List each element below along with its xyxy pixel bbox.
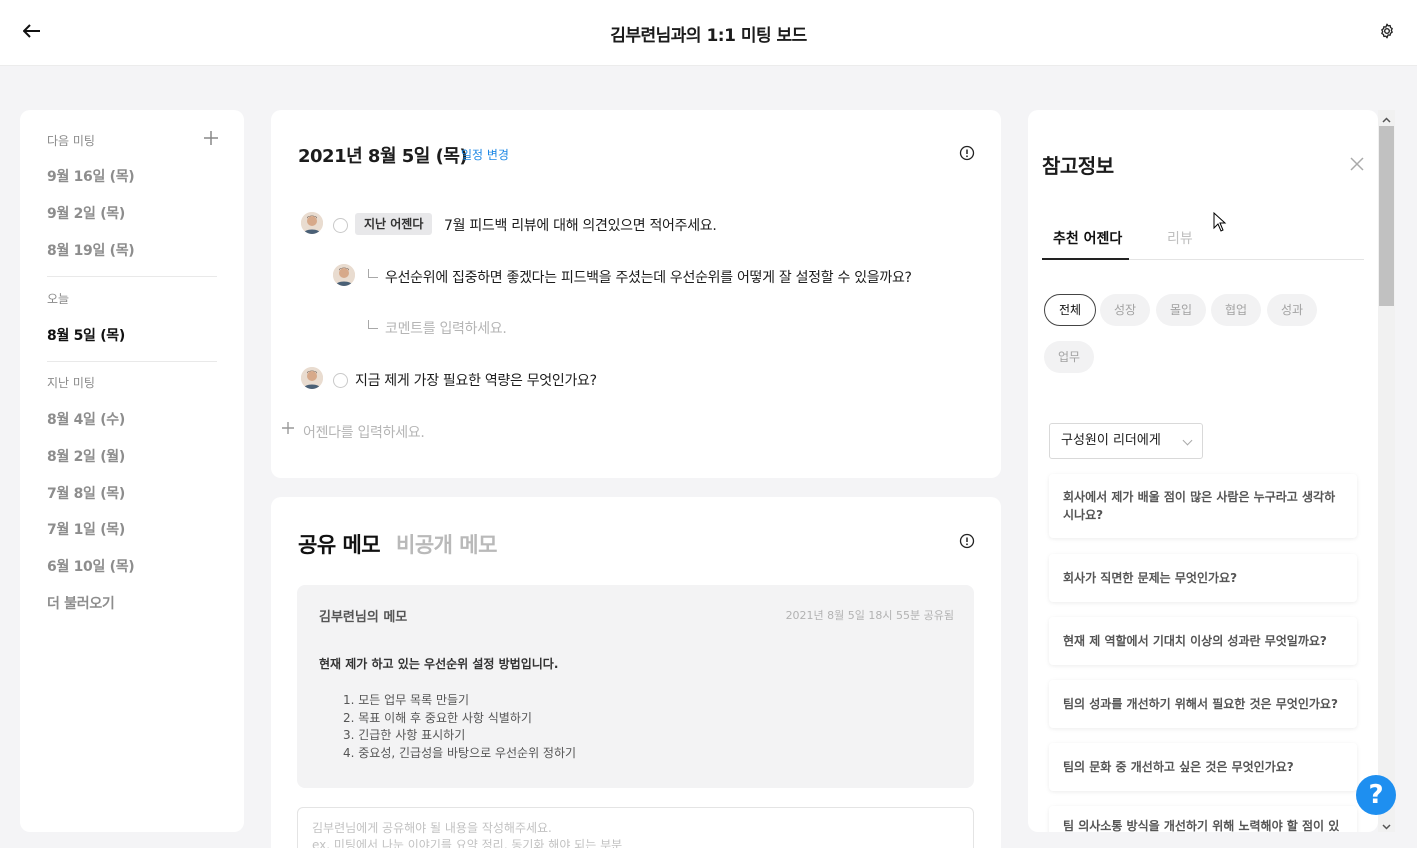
avatar (301, 367, 323, 389)
tab-review[interactable]: 리뷰 (1167, 228, 1193, 248)
add-agenda-plus-icon[interactable] (280, 420, 296, 436)
reference-panel: 참고정보 추천 어젠다 리뷰 전체 성장 몰입 협업 성과 업무 구성원이 리더… (1028, 110, 1378, 832)
memo-placeholder: ex. 미팅에서 나눈 이야기를 요약 정리, 동기화 해야 되는 부분 (312, 838, 623, 848)
load-more-button[interactable]: 더 불러오기 (47, 593, 115, 613)
recommended-question-card[interactable]: 팀의 성과를 개선하기 위해서 필요한 것은 무엇인가요? (1049, 680, 1357, 728)
filter-chip[interactable]: 성장 (1100, 294, 1151, 326)
mouse-cursor-icon (1213, 211, 1227, 232)
recommended-question-card[interactable]: 회사에서 제가 배울 점이 많은 사람은 누구라고 생각하시나요? (1049, 474, 1357, 538)
memo-heading: 현재 제가 하고 있는 우선순위 설정 방법입니다. (319, 657, 559, 671)
meeting-list-sidebar: 다음 미팅 9월 16일 (목) 9월 2일 (목) 8월 19일 (목) 오늘… (20, 110, 244, 832)
scroll-up-arrow-icon[interactable] (1380, 112, 1393, 125)
memo-author: 김부련님의 메모 (319, 610, 408, 625)
info-icon[interactable] (959, 145, 975, 161)
page-title: 김부련님과의 1:1 미팅 보드 (610, 26, 807, 46)
filter-chip[interactable]: 성과 (1267, 294, 1318, 326)
info-icon[interactable] (959, 533, 975, 549)
scrollbar-thumb[interactable] (1379, 126, 1394, 306)
agenda-input[interactable]: 어젠다를 입력하세요. (303, 422, 425, 442)
meeting-item[interactable]: 7월 8일 (목) (47, 483, 125, 503)
divider (47, 361, 217, 362)
memo-card: 공유 메모 비공개 메모 김부련님의 메모 2021년 8월 5일 18시 55… (271, 497, 1001, 848)
comment-input[interactable]: 코멘트를 입력하세요. (385, 318, 507, 338)
shared-memo-box: 김부련님의 메모 2021년 8월 5일 18시 55분 공유됨 현재 제가 하… (297, 585, 974, 788)
agenda-checkbox[interactable] (333, 373, 348, 388)
filter-chip[interactable]: 협업 (1211, 294, 1262, 326)
active-tab-indicator (1042, 258, 1129, 260)
help-button[interactable]: ? (1356, 775, 1396, 815)
memo-list-item: 2. 목표 이해 후 중요한 사항 식별하기 (343, 711, 532, 725)
avatar (301, 212, 323, 234)
gear-icon[interactable] (1375, 19, 1399, 43)
agenda-checkbox[interactable] (333, 218, 348, 233)
meeting-item[interactable]: 9월 2일 (목) (47, 203, 125, 223)
recommended-question-card[interactable]: 팀의 문화 중 개선하고 싶은 것은 무엇인가요? (1049, 743, 1357, 791)
reply-text[interactable]: 우선순위에 집중하면 좋겠다는 피드백을 주셨는데 우선순위를 어떻게 잘 설정… (385, 267, 912, 287)
meeting-item[interactable]: 8월 4일 (수) (47, 409, 125, 429)
memo-list-item: 3. 긴급한 사항 표시하기 (343, 728, 466, 742)
today-label: 오늘 (47, 292, 70, 306)
memo-textarea[interactable]: 김부련님에게 공유해야 될 내용을 작성해주세요. ex. 미팅에서 나눈 이야… (297, 807, 974, 848)
tab-shared-memo[interactable]: 공유 메모 (298, 529, 381, 559)
meeting-item[interactable]: 8월 2일 (월) (47, 446, 125, 466)
filter-chip-all[interactable]: 전체 (1044, 294, 1097, 326)
select-value: 구성원이 리더에게 (1061, 433, 1161, 448)
meeting-item[interactable]: 6월 10일 (목) (47, 556, 135, 576)
tab-recommended-agenda[interactable]: 추천 어젠다 (1053, 228, 1122, 248)
recommended-question-card[interactable]: 현재 제 역할에서 기대치 이상의 성과란 무엇일까요? (1049, 617, 1357, 665)
meeting-item[interactable]: 7월 1일 (목) (47, 519, 125, 539)
divider (47, 276, 217, 277)
reference-title: 참고정보 (1042, 154, 1114, 178)
recommended-question-card[interactable]: 팀 의사소통 방식을 개선하기 위해 노력해야 할 점이 있 (1049, 806, 1357, 832)
filter-chip[interactable]: 몰입 (1156, 294, 1207, 326)
memo-placeholder: 김부련님에게 공유해야 될 내용을 작성해주세요. (312, 821, 552, 835)
meeting-item[interactable]: 8월 19일 (목) (47, 240, 135, 260)
memo-list-item: 1. 모든 업무 목록 만들기 (343, 693, 470, 707)
memo-list-item: 4. 중요성, 긴급성을 바탕으로 우선순위 정하기 (343, 746, 577, 760)
next-meetings-label: 다음 미팅 (47, 134, 95, 148)
meeting-item[interactable]: 9월 16일 (목) (47, 166, 135, 186)
meeting-date-title: 2021년 8월 5일 (목) (298, 146, 468, 167)
past-agenda-tag: 지난 어젠다 (355, 213, 433, 235)
recommended-question-card[interactable]: 회사가 직면한 문제는 무엇인가요? (1049, 554, 1357, 602)
direction-select[interactable]: 구성원이 리더에게 (1049, 423, 1203, 459)
scroll-down-arrow-icon[interactable] (1380, 818, 1393, 831)
reply-arrow-icon (368, 269, 378, 278)
agenda-item-text[interactable]: 지금 제게 가장 필요한 역량은 무엇인가요? (355, 370, 597, 390)
tab-private-memo[interactable]: 비공개 메모 (396, 529, 497, 559)
reply-arrow-icon (368, 320, 378, 329)
close-icon[interactable] (1348, 155, 1366, 173)
chevron-down-icon (1182, 435, 1193, 446)
meeting-item-today[interactable]: 8월 5일 (목) (47, 325, 125, 345)
agenda-card: 2021년 8월 5일 (목) 일정 변경 지난 어젠다 7월 피드백 리뷰에 … (271, 110, 1001, 478)
top-bar: 김부련님과의 1:1 미팅 보드 (0, 0, 1417, 66)
change-schedule-link[interactable]: 일정 변경 (461, 146, 509, 163)
memo-timestamp: 2021년 8월 5일 18시 55분 공유됨 (785, 609, 954, 622)
past-meetings-label: 지난 미팅 (47, 376, 95, 390)
filter-chip[interactable]: 업무 (1044, 341, 1095, 373)
add-meeting-plus-icon[interactable] (201, 128, 221, 148)
agenda-item-text[interactable]: 7월 피드백 리뷰에 대해 의견있으면 적어주세요. (444, 215, 717, 235)
avatar (333, 264, 355, 286)
